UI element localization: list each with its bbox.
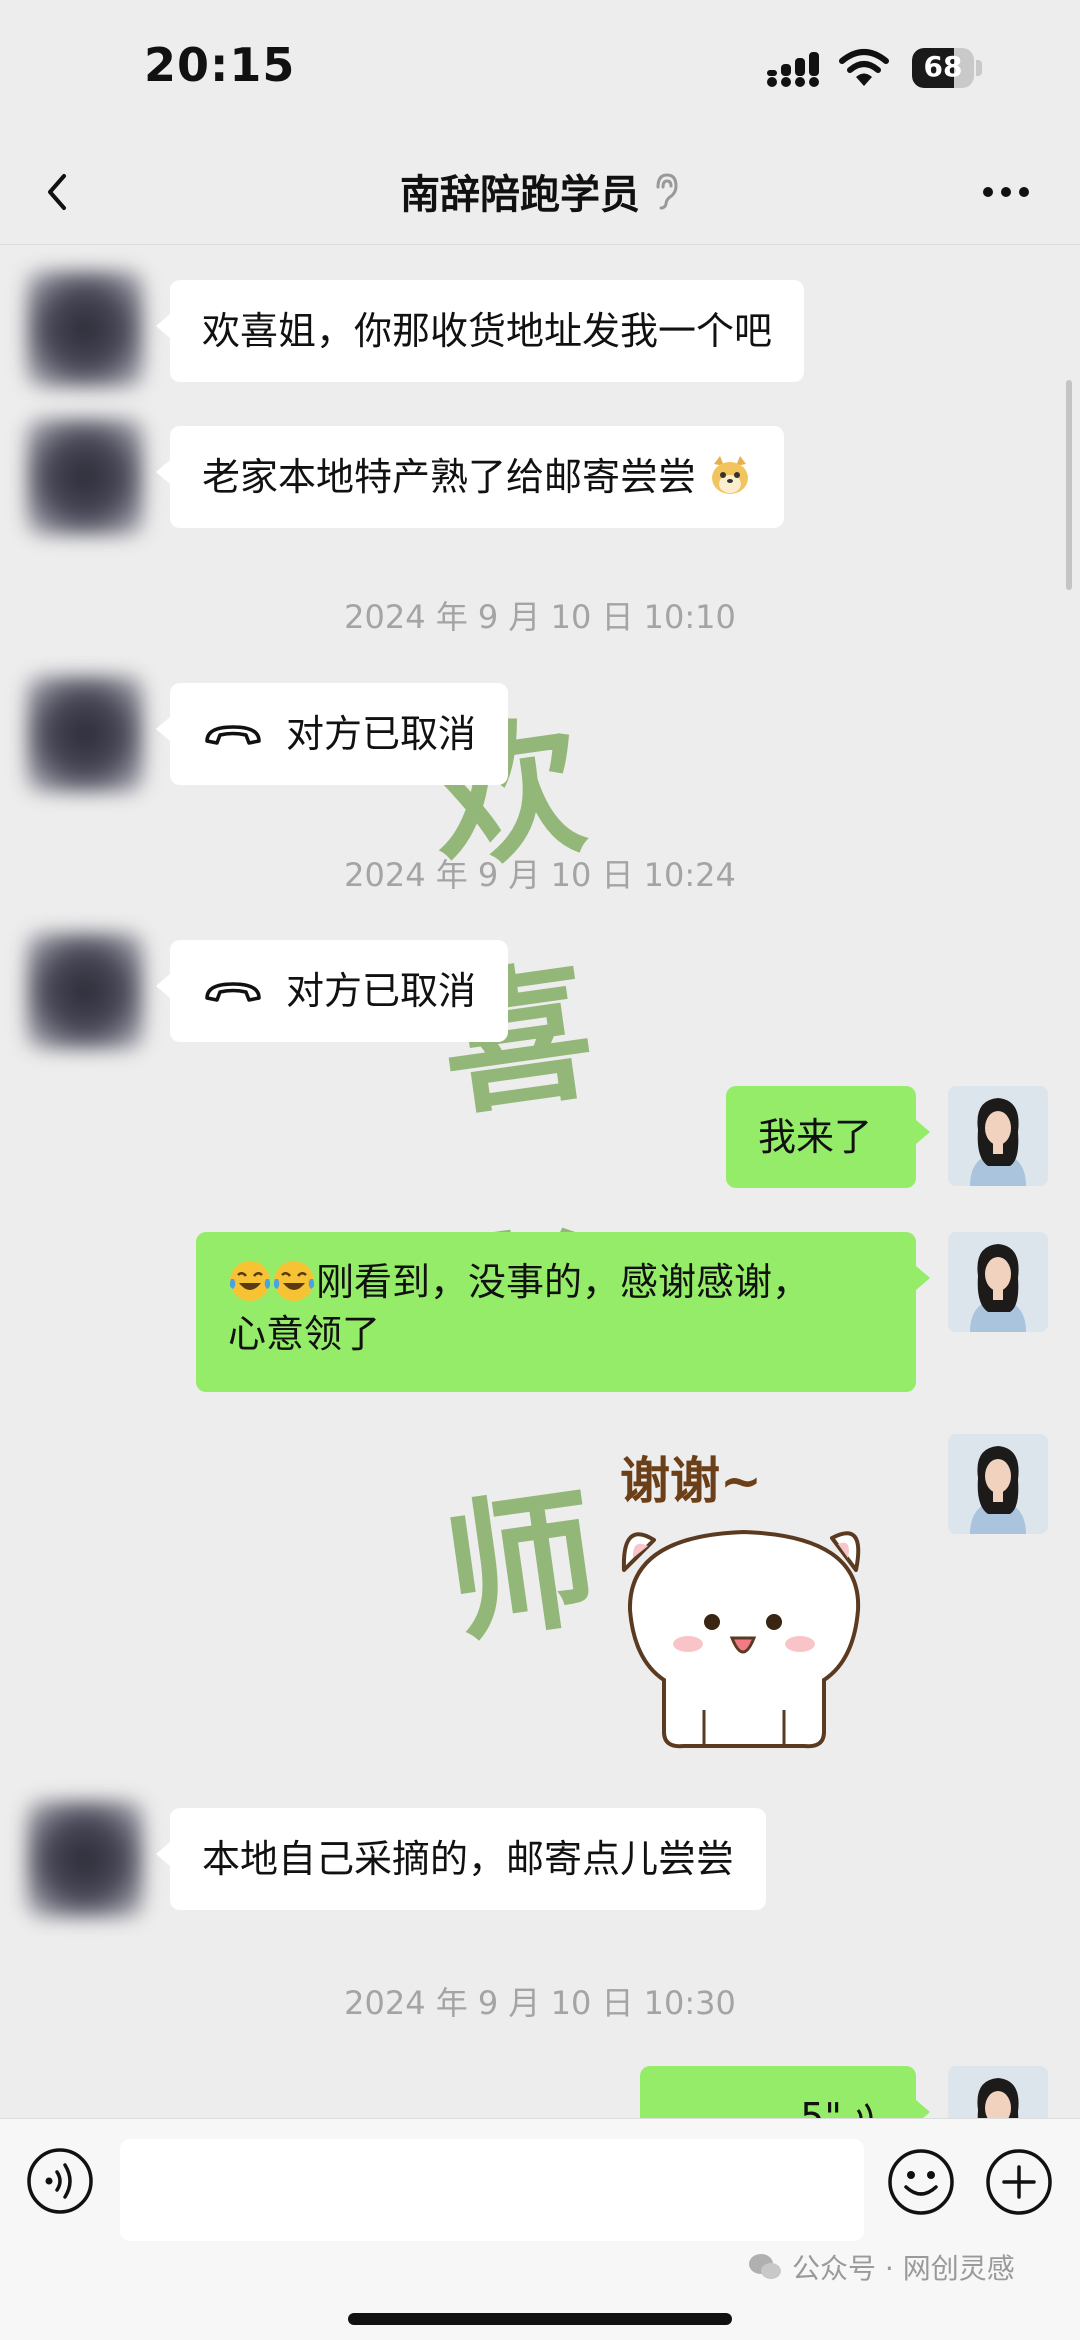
laughing-crying-emoji-icon bbox=[229, 1261, 271, 1301]
woman-portrait bbox=[948, 1434, 1048, 1534]
message-text: 我来了 bbox=[758, 1115, 873, 1159]
message-text-line: 刚看到，没事的，感谢感谢， bbox=[316, 1260, 811, 1304]
message-text: 老家本地特产熟了给邮寄尝尝 bbox=[202, 455, 697, 499]
ear-icon bbox=[656, 173, 678, 210]
status-bar: 20:15 68 bbox=[0, 0, 1080, 140]
my-avatar[interactable] bbox=[948, 1086, 1048, 1186]
hangup-phone-icon bbox=[205, 982, 261, 1002]
call-record-bubble[interactable]: 对方已取消 bbox=[155, 940, 509, 1042]
chat-title-container: 南辞陪跑学员 bbox=[0, 162, 1080, 220]
voice-input-icon[interactable] bbox=[26, 2147, 94, 2215]
contact-avatar[interactable] bbox=[26, 1800, 144, 1918]
chat-header: 南辞陪跑学员 bbox=[0, 140, 1080, 245]
my-avatar[interactable] bbox=[948, 1232, 1048, 1332]
contact-avatar[interactable] bbox=[26, 418, 144, 536]
timestamp: 2024 年 9 月 10 日 10:10 bbox=[344, 598, 736, 636]
contact-avatar[interactable] bbox=[26, 270, 144, 388]
cellular-signal-icon bbox=[767, 52, 819, 87]
message-input[interactable] bbox=[120, 2139, 864, 2241]
contact-avatar[interactable] bbox=[26, 932, 144, 1050]
message-bubble[interactable]: 欢喜姐，你那收货地址发我一个吧 bbox=[155, 280, 805, 382]
sticker-text: 谢谢~ bbox=[620, 1452, 762, 1510]
plus-icon[interactable] bbox=[984, 2147, 1054, 2217]
home-indicator[interactable] bbox=[348, 2313, 732, 2325]
more-options-icon[interactable] bbox=[976, 172, 1036, 212]
doge-emoji-icon bbox=[712, 456, 749, 494]
battery-percent: 68 bbox=[923, 50, 963, 83]
call-record-bubble[interactable]: 对方已取消 bbox=[155, 683, 509, 785]
hangup-phone-icon bbox=[205, 725, 261, 745]
timestamp: 2024 年 9 月 10 日 10:30 bbox=[344, 1984, 736, 2022]
call-status-text: 对方已取消 bbox=[286, 712, 477, 756]
laughing-crying-emoji-icon bbox=[273, 1261, 315, 1301]
cat-sticker-image: 谢谢~ bbox=[620, 1452, 861, 1749]
cat-sticker[interactable]: 谢谢~ bbox=[604, 1440, 894, 1770]
wifi-icon bbox=[839, 49, 889, 86]
my-message-bubble[interactable]: 刚看到，没事的，感谢感谢， 心意领了 bbox=[196, 1232, 930, 1392]
message-text: 欢喜姐，你那收货地址发我一个吧 bbox=[202, 309, 773, 353]
message-text: 本地自己采摘的，邮寄点儿尝尝 bbox=[202, 1837, 735, 1881]
wechat-logo-icon bbox=[749, 2254, 781, 2279]
message-text-line: 心意领了 bbox=[228, 1312, 381, 1356]
emoji-picker-icon[interactable] bbox=[886, 2147, 956, 2217]
woman-portrait bbox=[948, 1232, 1048, 1332]
message-bubble[interactable]: 老家本地特产熟了给邮寄尝尝 bbox=[155, 426, 785, 528]
my-message-bubble[interactable]: 我来了 bbox=[726, 1086, 930, 1188]
watermark-char: 师 bbox=[434, 1469, 608, 1665]
status-time: 20:15 bbox=[144, 38, 296, 92]
message-bubble[interactable]: 本地自己采摘的，邮寄点儿尝尝 bbox=[155, 1808, 767, 1910]
timestamp: 2024 年 9 月 10 日 10:24 bbox=[344, 856, 736, 894]
battery-icon: 68 bbox=[912, 48, 982, 88]
chat-title: 南辞陪跑学员 bbox=[400, 172, 640, 218]
source-label: 公众号 · 网创灵感 bbox=[792, 2252, 1015, 2285]
input-bar: 公众号 · 网创灵感 bbox=[0, 2118, 1080, 2340]
my-avatar[interactable] bbox=[948, 1434, 1048, 1534]
woman-portrait bbox=[948, 1086, 1048, 1186]
call-status-text: 对方已取消 bbox=[286, 969, 477, 1013]
scroll-indicator[interactable] bbox=[1066, 380, 1072, 590]
contact-avatar[interactable] bbox=[26, 675, 144, 793]
source-watermark: 公众号 · 网创灵感 bbox=[748, 2247, 1015, 2287]
